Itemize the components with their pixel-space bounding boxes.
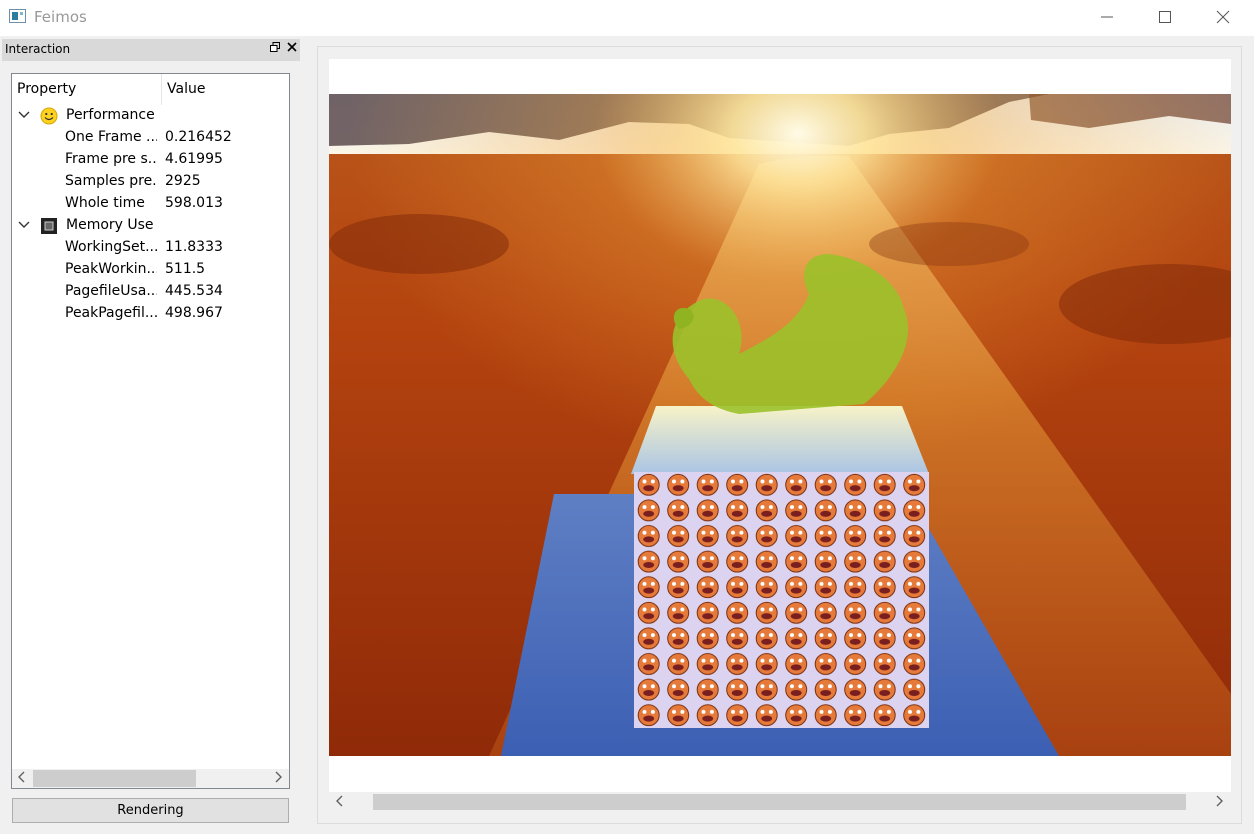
scrollbar-thumb[interactable] bbox=[373, 794, 1186, 810]
property-name: Samples pre... bbox=[65, 173, 157, 189]
rendering-button[interactable]: Rendering bbox=[12, 798, 289, 823]
rendered-scene-image bbox=[329, 94, 1231, 756]
tree-row[interactable]: Frame pre s... 4.61995 bbox=[12, 149, 289, 171]
property-value: 598.013 bbox=[165, 195, 223, 211]
close-icon bbox=[1216, 10, 1230, 24]
scroll-right-icon[interactable] bbox=[1215, 795, 1224, 810]
property-name: Frame pre s... bbox=[65, 151, 157, 167]
title-bar: Feimos bbox=[0, 0, 1254, 36]
category-label: Memory Use bbox=[66, 217, 154, 233]
scrollbar-thumb[interactable] bbox=[33, 770, 196, 787]
minimize-icon bbox=[1101, 16, 1113, 18]
maximize-icon bbox=[1159, 11, 1171, 23]
dock-header[interactable]: Interaction bbox=[2, 39, 300, 61]
tree-horizontal-scrollbar[interactable] bbox=[12, 769, 289, 788]
memory-chip-icon bbox=[40, 217, 58, 235]
property-name: PagefileUsa... bbox=[65, 283, 157, 299]
smiley-icon bbox=[40, 107, 58, 125]
scroll-right-icon[interactable] bbox=[274, 771, 283, 786]
minimize-button[interactable] bbox=[1078, 0, 1136, 34]
property-name: Whole time bbox=[65, 195, 145, 211]
chevron-down-icon[interactable] bbox=[17, 108, 31, 126]
tree-category-performance[interactable]: Performance bbox=[12, 105, 289, 127]
tree-row[interactable]: Whole time 598.013 bbox=[12, 193, 289, 215]
tree-category-memory-use[interactable]: Memory Use bbox=[12, 215, 289, 237]
property-name: WorkingSet... bbox=[65, 239, 157, 255]
property-value: 2925 bbox=[165, 173, 201, 189]
property-name: PeakWorkin... bbox=[65, 261, 157, 277]
dock-title: Interaction bbox=[5, 42, 71, 56]
property-tree[interactable]: Property Value Performance One Frame ...… bbox=[11, 73, 290, 789]
property-value: 11.8333 bbox=[165, 239, 223, 255]
app-icon bbox=[9, 9, 26, 23]
tree-row[interactable]: PeakWorkin... 511.5 bbox=[12, 259, 289, 281]
column-header-value[interactable]: Value bbox=[167, 81, 205, 97]
float-dock-button[interactable] bbox=[270, 42, 282, 56]
close-dock-button[interactable] bbox=[287, 41, 297, 56]
property-name: One Frame ... bbox=[65, 129, 157, 145]
close-window-button[interactable] bbox=[1194, 0, 1252, 34]
tree-row[interactable]: PeakPagefil... 498.967 bbox=[12, 303, 289, 325]
property-value: 511.5 bbox=[165, 261, 206, 277]
tree-row[interactable]: Samples pre... 2925 bbox=[12, 171, 289, 193]
tree-row[interactable]: One Frame ... 0.216452 bbox=[12, 127, 289, 149]
column-header-property[interactable]: Property bbox=[17, 81, 76, 97]
category-label: Performance bbox=[66, 107, 155, 123]
chevron-down-icon[interactable] bbox=[17, 218, 31, 236]
property-value: 445.534 bbox=[165, 283, 223, 299]
window-title: Feimos bbox=[34, 8, 87, 26]
scroll-left-icon[interactable] bbox=[335, 795, 344, 810]
tree-row[interactable]: WorkingSet... 11.8333 bbox=[12, 237, 289, 259]
property-value: 4.61995 bbox=[165, 151, 223, 167]
render-viewport[interactable] bbox=[329, 59, 1231, 792]
property-value: 0.216452 bbox=[165, 129, 232, 145]
property-value: 498.967 bbox=[165, 305, 223, 321]
column-separator[interactable] bbox=[161, 74, 162, 105]
scroll-left-icon[interactable] bbox=[17, 771, 26, 786]
maximize-button[interactable] bbox=[1136, 0, 1194, 34]
tree-row[interactable]: PagefileUsa... 445.534 bbox=[12, 281, 289, 303]
close-icon bbox=[287, 42, 297, 52]
float-icon bbox=[270, 42, 280, 52]
viewport-horizontal-scrollbar[interactable] bbox=[329, 792, 1231, 812]
tree-header: Property Value bbox=[12, 74, 289, 105]
property-name: PeakPagefil... bbox=[65, 305, 157, 321]
